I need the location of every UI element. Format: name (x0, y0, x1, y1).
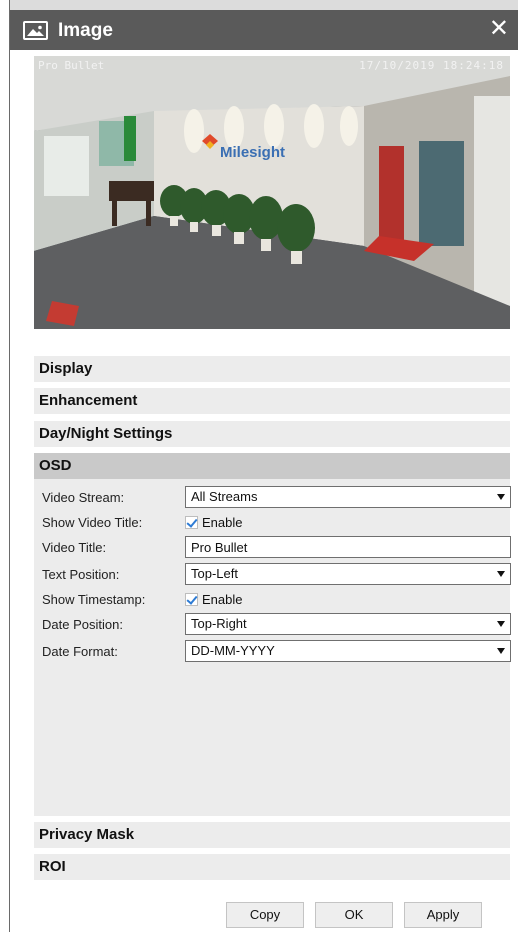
show-video-title-option: Enable (202, 514, 243, 530)
section-osd[interactable]: OSD (34, 453, 510, 479)
chevron-down-icon (497, 621, 505, 627)
text-position-select[interactable]: Top-Left (185, 563, 511, 585)
close-icon[interactable]: ✕ (489, 17, 509, 41)
show-timestamp-option: Enable (202, 591, 243, 607)
show-timestamp-checkbox-group: Enable (185, 592, 242, 607)
date-position-value: Top-Right (191, 616, 247, 631)
video-stream-label: Video Stream: (42, 489, 125, 505)
ok-button[interactable]: OK (315, 902, 393, 928)
text-position-value: Top-Left (191, 566, 238, 581)
video-title-row: Video Title: (42, 535, 511, 559)
date-format-row: Date Format: DD-MM-YYYY (42, 639, 511, 663)
show-timestamp-row: Show Timestamp: Enable (42, 587, 504, 611)
date-position-row: Date Position: Top-Right (42, 612, 511, 636)
chevron-down-icon (497, 571, 505, 577)
show-video-title-checkbox[interactable] (185, 515, 198, 529)
image-dialog: Image ✕ Pro Bullet 17/10/2019 18:24:18 M… (9, 0, 518, 932)
video-stream-select[interactable]: All Streams (185, 486, 511, 508)
show-video-title-label: Show Video Title: (42, 514, 143, 530)
date-position-label: Date Position: (42, 616, 123, 632)
video-title-input[interactable] (185, 536, 511, 558)
date-format-select[interactable]: DD-MM-YYYY (185, 640, 511, 662)
date-format-label: Date Format: (42, 643, 118, 659)
date-format-value: DD-MM-YYYY (191, 643, 275, 658)
text-position-label: Text Position: (42, 566, 120, 582)
image-icon (23, 21, 48, 40)
date-position-select[interactable]: Top-Right (185, 613, 511, 635)
section-display[interactable]: Display (34, 356, 510, 382)
section-day-night-settings[interactable]: Day/Night Settings (34, 421, 510, 447)
copy-button[interactable]: Copy (226, 902, 304, 928)
title-bar: Image ✕ (10, 10, 518, 50)
video-title-label: Video Title: (42, 539, 107, 555)
section-roi[interactable]: ROI (34, 854, 510, 880)
video-stream-row: Video Stream: All Streams (42, 485, 511, 509)
wall-logo: Milesight (220, 144, 286, 161)
osd-video-title: Pro Bullet (38, 59, 105, 72)
show-video-title-row: Show Video Title: Enable (42, 510, 504, 534)
dialog-title: Image (58, 20, 113, 41)
text-position-row: Text Position: Top-Left (42, 562, 511, 586)
show-timestamp-label: Show Timestamp: (42, 591, 146, 607)
top-strip (10, 0, 518, 10)
chevron-down-icon (497, 648, 505, 654)
camera-scene (34, 56, 510, 329)
camera-preview: Pro Bullet 17/10/2019 18:24:18 Milesight (34, 56, 510, 329)
section-privacy-mask[interactable]: Privacy Mask (34, 822, 510, 848)
video-stream-value: All Streams (191, 489, 258, 504)
apply-button[interactable]: Apply (404, 902, 482, 928)
osd-timestamp: 17/10/2019 18:24:18 (359, 59, 504, 72)
section-enhancement[interactable]: Enhancement (34, 388, 510, 414)
osd-panel: Video Stream: All Streams Show Video Tit… (34, 479, 511, 816)
show-timestamp-checkbox[interactable] (185, 592, 198, 606)
show-video-title-checkbox-group: Enable (185, 515, 242, 530)
chevron-down-icon (497, 494, 505, 500)
